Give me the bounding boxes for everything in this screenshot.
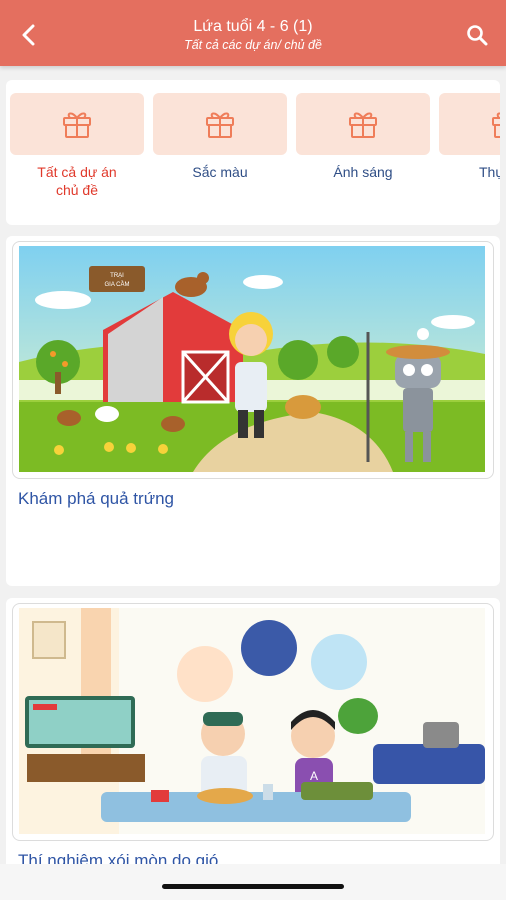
category-label: Tất cả dự án chủ đề	[37, 164, 117, 198]
app-header: Lứa tuổi 4 - 6 (1) Tất cả các dự án/ chủ…	[0, 0, 506, 66]
search-button[interactable]	[462, 20, 492, 50]
page-title: Lứa tuổi 4 - 6 (1)	[193, 18, 313, 35]
category-tile	[439, 93, 500, 155]
sign-text: GIA CẦM	[104, 281, 129, 288]
category-tile	[10, 93, 144, 155]
lab-illustration: A	[19, 608, 485, 834]
category-tile	[296, 93, 430, 155]
category-tile	[153, 93, 287, 155]
category-all[interactable]: Tất cả dự án chủ đề	[10, 93, 144, 199]
farm-illustration: TRẠI GIA CẦM	[19, 246, 485, 472]
gift-icon	[349, 112, 377, 138]
category-colors[interactable]: Sắc màu	[153, 93, 287, 181]
project-card[interactable]: TRẠI GIA CẦM Khám phá quả trứng	[6, 236, 500, 586]
gift-icon	[492, 112, 500, 138]
project-card[interactable]: A Thí nghiệm xói mòn do gió	[6, 598, 500, 878]
bottom-safe-area	[0, 864, 506, 900]
page-subtitle: Tất cả các dự án/ chủ đề	[184, 38, 322, 52]
category-strip: Tất cả dự án chủ đề Sắc màu Ánh sáng Thự	[6, 80, 500, 225]
project-thumbnail[interactable]: TRẠI GIA CẦM	[12, 241, 494, 479]
category-label: Sắc màu	[192, 164, 248, 180]
category-light[interactable]: Ánh sáng	[296, 93, 430, 181]
shirt-letter: A	[310, 769, 318, 783]
home-indicator[interactable]	[162, 884, 344, 889]
gift-icon	[206, 112, 234, 138]
category-label: Thự	[479, 164, 500, 180]
gift-icon	[63, 112, 91, 138]
sign-text: TRẠI	[110, 273, 124, 279]
category-label: Ánh sáng	[333, 164, 393, 180]
project-title[interactable]: Khám phá quả trứng	[18, 489, 174, 509]
project-thumbnail[interactable]: A	[12, 603, 494, 841]
category-partial[interactable]: Thự	[439, 93, 500, 181]
search-icon	[467, 25, 488, 46]
